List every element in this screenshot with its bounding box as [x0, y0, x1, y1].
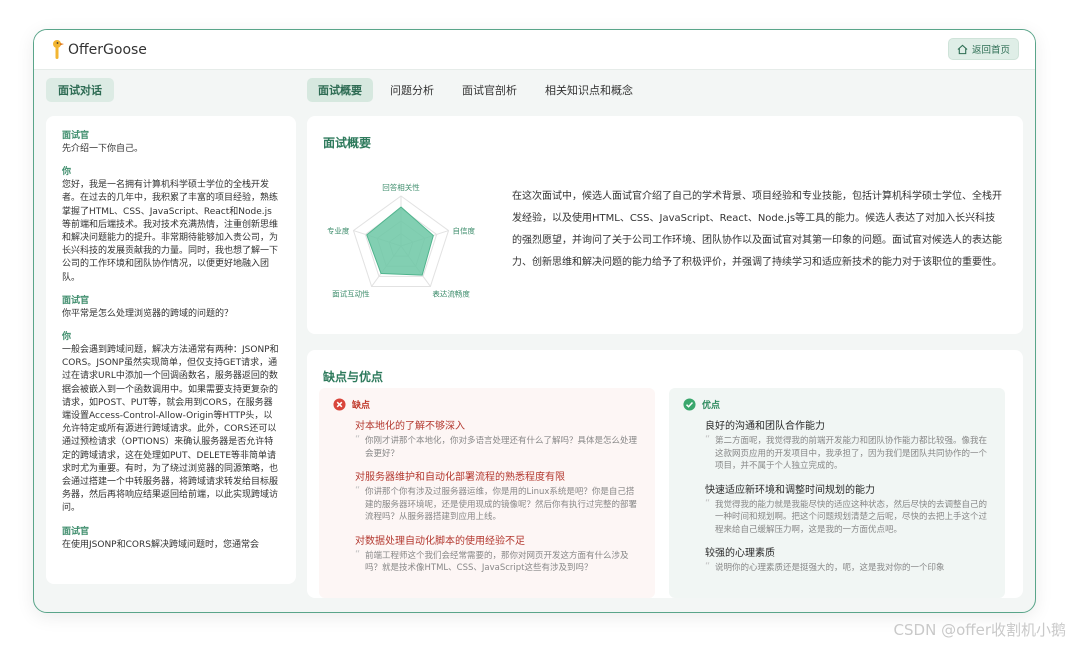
home-icon: [957, 44, 968, 54]
con-desc-text: 你讲那个你有涉及过服务器运维，你是用的Linux系统是吧？你是自己搭建的服务器环…: [365, 487, 638, 522]
pro-desc: “ 第二方面呢，我觉得我的前端开发能力和团队协作能力都比较强。像我在这款网页应用的…: [705, 434, 991, 473]
top-bar: OfferGoose 返回首页: [34, 30, 1035, 70]
chat-message: 面试官 在使用JSONP和CORS解决跨域问题时，您通常会: [62, 524, 280, 552]
con-title: 对服务器维护和自动化部署流程的熟悉程度有限: [355, 472, 565, 483]
overview-summary: 在这次面试中，候选人面试官介绍了自己的学术背景、项目经验和专业技能，包括计算机科…: [512, 191, 1002, 268]
chat-message: 你 一般会遇到跨域问题，解决方法通常有两种：JSONP和CORS。JSONP虽然…: [62, 329, 280, 516]
message-text: 你平常是怎么处理浏览器的跨域的问题的？: [62, 308, 234, 319]
chat-message: 你 您好，我是一名拥有计算机科学硕士学位的全栈开发者。在过去的几年中，我积累了丰…: [62, 164, 280, 285]
message-text: 先介绍一下你自己。: [62, 144, 144, 154]
quote-icon: “: [705, 561, 711, 572]
quote-icon: “: [355, 548, 361, 560]
radar-axis-label: 回答相关性: [382, 182, 420, 192]
con-desc: “ 你讲那个你有涉及过服务器运维，你是用的Linux系统是吧？你是自己搭建的服务器…: [355, 485, 641, 524]
pro-desc-text: 我觉得我的能力就是我能尽快的适应这种状态，然后尽快的去调整自己的一种时间和规划啊…: [715, 499, 988, 535]
message-text: 一般会遇到跨域问题，解决方法通常有两种：JSONP和CORS。JSONP虽然实现…: [62, 345, 279, 514]
con-desc: “ 前端工程师这个我们会经常需要的，那你对网页开发这方面有什么涉及吗？就是技术像H…: [355, 548, 641, 575]
quote-icon: “: [355, 485, 361, 496]
tab-interview-overview[interactable]: 面试概要: [307, 78, 373, 102]
radar-axis-label: 自信度: [453, 226, 476, 236]
con-title: 对数据处理自动化脚本的使用经验不足: [355, 535, 525, 547]
tab-bar: 面试概要 问题分析 面试官剖析 相关知识点和概念: [307, 78, 644, 102]
pros-label: 优点: [702, 401, 721, 411]
error-icon: [333, 398, 346, 411]
pro-desc-text: 说明你的心理素质还是挺强大的，呃，这是我对你的一个印象: [715, 563, 945, 573]
overview-card: 面试概要 回答相关性自信度表达流畅度 面试互动性 专业度 在这次面试中，候选人面试官…: [307, 116, 1023, 334]
tab-interviewer-analysis[interactable]: 面试官剖析: [451, 78, 528, 102]
cons-label: 缺点: [352, 401, 371, 411]
message-speaker: 你: [62, 167, 72, 178]
pro-title: 良好的沟通和团队合作能力: [705, 421, 825, 432]
pro-desc: “ 我觉得我的能力就是我能尽快的适应这种状态，然后尽快的去调整自己的一种时间和规划…: [705, 497, 991, 537]
radar-axis-label: 专业度: [327, 226, 350, 236]
pro-title: 较强的心理素质: [705, 548, 775, 559]
message-speaker: 面试官: [62, 526, 90, 537]
radar-axis-label: 表达流畅度: [432, 288, 470, 298]
chat-panel[interactable]: 面试官 先介绍一下你自己。 你 您好，我是一名拥有计算机科学硕士学位的全栈开发者…: [46, 116, 296, 584]
cons-header: 缺点: [333, 398, 641, 411]
overview-title: 面试概要: [323, 136, 372, 150]
quote-icon: “: [705, 497, 711, 509]
check-circle-icon: [683, 398, 696, 411]
home-button-label: 返回首页: [971, 45, 1010, 56]
con-title: 对本地化的了解不够深入: [355, 421, 465, 432]
goose-logo-icon: [53, 40, 64, 59]
chat-panel-title: 面试对话: [46, 78, 114, 102]
message-speaker: 面试官: [62, 131, 90, 141]
pro-desc-text: 第二方面呢，我觉得我的前端开发能力和团队协作能力都比较强。像我在这款网页应用的开…: [715, 436, 988, 471]
radar-chart: 回答相关性自信度表达流畅度 面试互动性 专业度: [327, 182, 476, 298]
tab-question-analysis[interactable]: 问题分析: [379, 78, 445, 102]
quote-icon: “: [705, 434, 711, 445]
chat-message: 面试官 你平常是怎么处理浏览器的跨域的问题的？: [62, 293, 280, 321]
app-name: OfferGoose: [68, 42, 147, 58]
pros-column[interactable]: 优点 良好的沟通和团队合作能力 “ 第二方面呢，我觉得我的前端开发能力和团队协作能…: [669, 388, 1005, 598]
pros-header: 优点: [683, 398, 991, 411]
tab-related-knowledge[interactable]: 相关知识点和概念: [534, 78, 644, 102]
chat-message: 面试官 先介绍一下你自己。: [62, 128, 280, 156]
app-window: OfferGoose 返回首页 面试对话 面试概要 问题分析 面试官剖析 相关知…: [33, 29, 1036, 613]
radar-axis-label: 面试互动性: [332, 288, 370, 298]
cons-column[interactable]: 缺点 对本地化的了解不够深入 “ 你刚才讲那个本地化，你对多语言处理还有什么了解吗…: [319, 388, 655, 598]
pros-cons-title: 缺点与优点: [323, 370, 384, 384]
pro-title: 快速适应新环境和调整时间规划的能力: [705, 484, 875, 496]
watermark: CSDN @offer收割机小鹅: [893, 621, 1066, 639]
radar-value-area: [366, 206, 434, 276]
home-button[interactable]: 返回首页: [947, 38, 1019, 60]
message-text: 在使用JSONP和CORS解决跨域问题时，您通常会: [62, 539, 259, 550]
pro-desc: “ 说明你的心理素质还是挺强大的，呃，这是我对你的一个印象: [705, 561, 991, 575]
logo[interactable]: OfferGoose: [50, 39, 147, 61]
con-desc-text: 前端工程师这个我们会经常需要的，那你对网页开发这方面有什么涉及吗？就是技术像HT…: [365, 550, 629, 574]
quote-icon: “: [355, 434, 361, 445]
message-speaker: 你: [62, 332, 72, 343]
con-desc-text: 你刚才讲那个本地化，你对多语言处理还有什么了解吗？具体是怎么处理会更好？: [365, 436, 638, 459]
message-speaker: 面试官: [62, 295, 90, 306]
con-desc: “ 你刚才讲那个本地化，你对多语言处理还有什么了解吗？具体是怎么处理会更好？: [355, 434, 641, 460]
message-text: 您好，我是一名拥有计算机科学硕士学位的全栈开发者。在过去的几年中，我积累了丰富的…: [62, 180, 279, 283]
pros-cons-card: 缺点与优点 缺点 对本地化的了解不够深入 “ 你刚才讲那个本地化，你对多语言处理还…: [307, 350, 1023, 598]
